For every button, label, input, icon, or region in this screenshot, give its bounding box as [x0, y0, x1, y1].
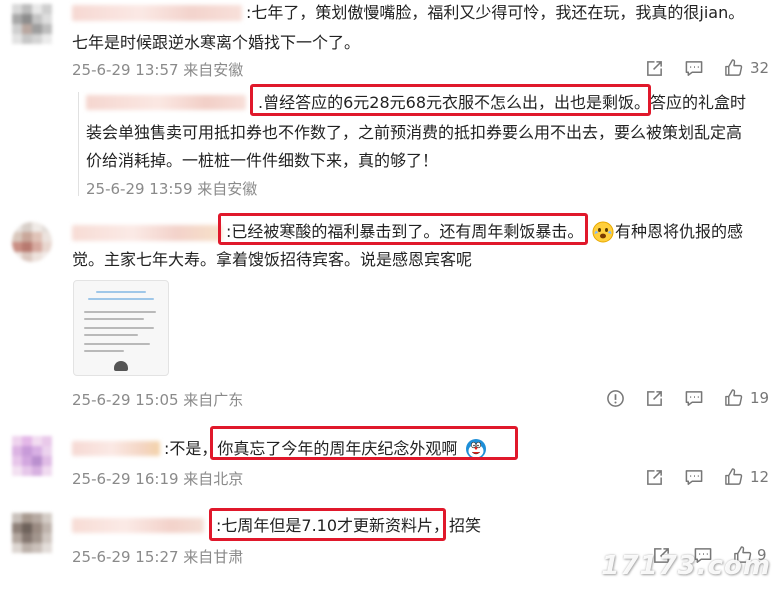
- highlight-box: [210, 426, 518, 460]
- comment-button[interactable]: [684, 389, 704, 408]
- share-button[interactable]: [645, 59, 664, 78]
- avatar[interactable]: [12, 513, 52, 553]
- username-redacted[interactable]: [72, 5, 242, 21]
- attached-image-thumbnail[interactable]: [73, 280, 169, 376]
- like-count: 12: [750, 467, 770, 486]
- comment-icon: [685, 391, 703, 406]
- like-button[interactable]: 12: [724, 467, 769, 486]
- reply-text: 价给消耗掉。一桩桩一件件细数下来，真的够了！: [86, 151, 439, 170]
- comment-meta: 25-6-29 15:05 来自广东: [72, 391, 244, 409]
- comment-icon: [685, 470, 703, 485]
- thumbs-up-icon: [725, 59, 743, 76]
- avatar[interactable]: [12, 436, 52, 476]
- comment-meta: 25-6-29 15:27 来自甘肃: [72, 548, 244, 566]
- comment-icon: [685, 61, 703, 76]
- username-redacted[interactable]: [86, 95, 246, 110]
- reply-meta: 25-6-29 13:59 来自安徽: [86, 180, 258, 198]
- comment-text: 七年是时候跟逆水寒离个婚找下一个了。: [72, 33, 361, 52]
- like-count: 32: [750, 58, 770, 77]
- comment-text: 觉。主家七年大寿。拿着馊饭招待宾客。说是感恩宾客呢: [72, 250, 473, 269]
- share-icon: [647, 61, 662, 76]
- reply-thread-line: [78, 92, 79, 196]
- avatar[interactable]: [12, 4, 52, 44]
- comment-meta: 25-6-29 13:57 来自安徽: [72, 61, 244, 79]
- highlight-box: [209, 508, 446, 541]
- comment-text: 有种恩将仇报的感: [615, 222, 744, 241]
- site-watermark: 17173.com: [601, 551, 771, 581]
- share-button[interactable]: [645, 389, 664, 408]
- comment-text: :七年了，策划傲慢嘴脸，福利又少得可怜，我还在玩，我真的很jian。: [246, 3, 745, 22]
- share-icon: [647, 470, 662, 485]
- share-button[interactable]: [645, 468, 664, 487]
- thumbs-up-icon: [725, 389, 743, 406]
- highlight-box: [250, 84, 651, 116]
- comment-meta: 25-6-29 16:19 来自北京: [72, 470, 244, 488]
- avatar[interactable]: [12, 222, 52, 262]
- report-icon: [607, 390, 624, 407]
- comment-button[interactable]: [684, 59, 704, 78]
- username-redacted[interactable]: [72, 518, 204, 533]
- like-button[interactable]: 19: [724, 388, 769, 407]
- share-icon: [647, 391, 662, 406]
- highlight-box: [218, 213, 588, 245]
- report-button[interactable]: [606, 389, 625, 408]
- username-redacted[interactable]: [72, 441, 160, 456]
- thumbs-up-icon: [725, 468, 743, 485]
- username-redacted[interactable]: [72, 225, 222, 241]
- like-count: 19: [750, 388, 770, 407]
- like-button[interactable]: 32: [724, 58, 769, 77]
- reply-text: 装会单独售卖可用抵扣券也不作数了，之前预消费的抵扣券要么用不出去，要么被策划乱定…: [86, 123, 743, 142]
- comment-button[interactable]: [684, 468, 704, 487]
- scared-face-emoji-icon: [592, 221, 614, 247]
